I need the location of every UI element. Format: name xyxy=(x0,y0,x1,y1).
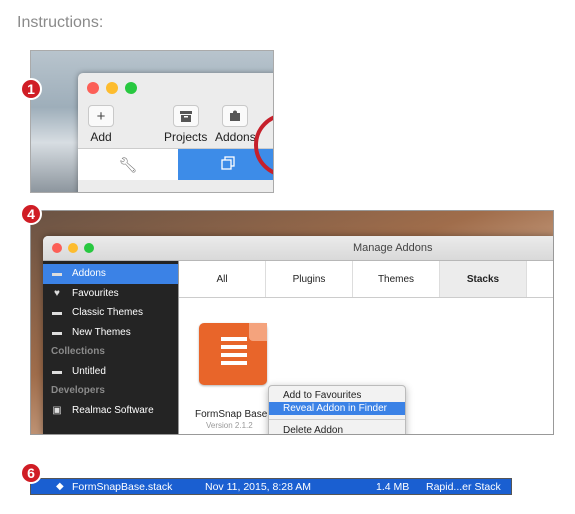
sidebar-item-addons[interactable]: ▬ Addons xyxy=(43,264,178,284)
sidebar-item-label: Classic Themes xyxy=(72,307,143,319)
sidebar-item-label: Untitled xyxy=(72,365,106,377)
file-kind: Rapid...er Stack xyxy=(426,481,501,493)
step-badge-1: 1 xyxy=(20,78,42,100)
developers-heading: Developers xyxy=(51,385,105,397)
window-controls xyxy=(87,82,137,94)
heart-icon: ♥ xyxy=(54,287,60,299)
sidebar-item-classic-themes[interactable]: ▬ Classic Themes xyxy=(43,303,178,323)
folder-icon: ▬ xyxy=(52,326,62,338)
tab-themes[interactable]: Themes xyxy=(353,261,440,297)
minimize-button[interactable] xyxy=(68,243,78,253)
folder-icon: ▬ xyxy=(52,365,62,377)
addon-tabs: All Plugins Themes Stacks xyxy=(179,261,553,298)
pages-icon xyxy=(221,155,235,174)
sidebar-item-favourites[interactable]: ♥ Favourites xyxy=(43,284,178,304)
stack-file-icon: ◆ xyxy=(56,481,64,492)
sidebar-item-untitled[interactable]: ▬ Untitled xyxy=(43,362,178,382)
step4-screenshot: Manage Addons ▬ Addons ♥ Favourites ▬ Class… xyxy=(30,210,554,435)
context-menu: Add to Favourites Reveal Addon in Finder… xyxy=(268,385,406,434)
step-badge-6: 6 xyxy=(20,462,42,484)
sidebar-item-label: Favourites xyxy=(72,287,119,299)
addons-label: Addons xyxy=(215,130,256,144)
step1-screenshot: + Add Projects Addons 🔧︎ xyxy=(30,50,274,193)
sidebar-item-label: Addons xyxy=(72,268,106,280)
title-bar: Manage Addons xyxy=(43,236,553,261)
sidebar-item-realmac[interactable]: ▣ Realmac Software xyxy=(43,401,178,421)
tab-plugins[interactable]: Plugins xyxy=(266,261,353,297)
add-button[interactable]: + Add xyxy=(88,105,114,144)
close-button[interactable] xyxy=(52,243,62,253)
file-date: Nov 11, 2015, 8:28 AM xyxy=(205,481,312,493)
zoom-button[interactable] xyxy=(125,82,137,94)
menu-item-reveal-in-finder[interactable]: Reveal Addon in Finder xyxy=(269,402,405,415)
tab-all[interactable]: All xyxy=(179,261,266,297)
folder-icon: ▬ xyxy=(52,307,62,319)
menu-item-delete-addon[interactable]: Delete Addon xyxy=(269,424,405,434)
inspector-tabs: 🔧︎ xyxy=(78,148,273,180)
addon-name: FormSnap Base xyxy=(195,409,268,420)
puzzle-icon xyxy=(222,105,249,127)
minimize-button[interactable] xyxy=(106,82,118,94)
window-controls xyxy=(52,243,94,253)
tab-stacks[interactable]: Stacks xyxy=(440,261,527,297)
add-label: Add xyxy=(90,130,112,144)
sidebar-item-label: New Themes xyxy=(72,326,131,338)
window-title: Manage Addons xyxy=(353,242,433,254)
menu-separator xyxy=(269,419,405,420)
addons-button[interactable]: Addons xyxy=(215,105,256,144)
stack-file-icon[interactable] xyxy=(199,323,267,385)
plus-icon: + xyxy=(88,105,114,127)
file-name: FormSnapBase.stack xyxy=(72,481,173,493)
window-icon: ▣ xyxy=(52,404,62,416)
finder-row[interactable]: ◆ FormSnapBase.stack Nov 11, 2015, 8:28 … xyxy=(30,478,512,495)
close-button[interactable] xyxy=(87,82,99,94)
projects-button[interactable]: Projects xyxy=(164,105,207,144)
manage-addons-window: Manage Addons ▬ Addons ♥ Favourites ▬ Class… xyxy=(43,236,553,434)
box-icon: ▬ xyxy=(52,268,62,280)
step-badge-4: 4 xyxy=(20,203,42,225)
wrench-icon: 🔧︎ xyxy=(118,156,138,174)
collections-heading: Collections xyxy=(51,346,105,358)
addon-version: Version 2.1.2 xyxy=(206,421,253,430)
projects-label: Projects xyxy=(164,130,208,144)
wrench-tab[interactable]: 🔧︎ xyxy=(78,149,178,180)
file-size: 1.4 MB xyxy=(376,481,410,493)
sidebar: ▬ Addons ♥ Favourites ▬ Classic Themes ▬ New… xyxy=(43,261,178,434)
sidebar-item-new-themes[interactable]: ▬ New Themes xyxy=(43,323,178,343)
sidebar-item-label: Realmac Software xyxy=(72,404,154,416)
addons-content: All Plugins Themes Stacks FormSnap Base … xyxy=(178,261,553,434)
box-icon xyxy=(172,105,199,127)
instructions-heading: Instructions: xyxy=(17,14,104,31)
rapidweaver-window: + Add Projects Addons 🔧︎ xyxy=(78,73,273,192)
menu-item-add-to-favourites[interactable]: Add to Favourites xyxy=(269,389,405,402)
zoom-button[interactable] xyxy=(84,243,94,253)
